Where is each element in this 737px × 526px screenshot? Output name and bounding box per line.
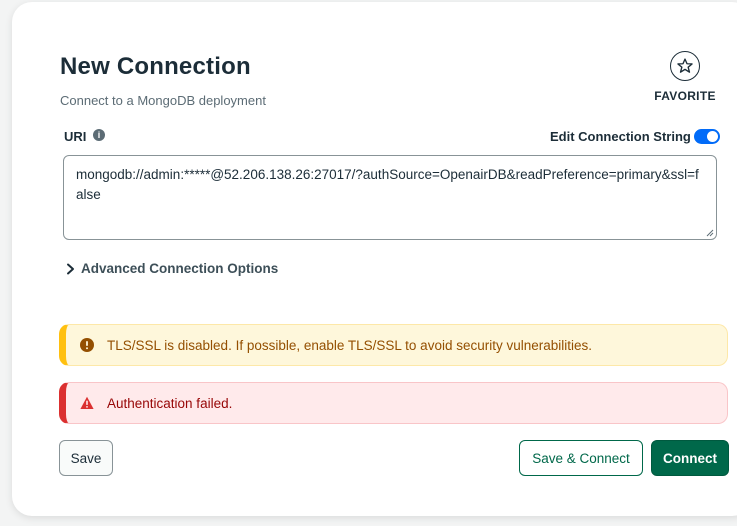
- page-title: New Connection: [60, 53, 251, 80]
- warning-message: TLS/SSL is disabled. If possible, enable…: [107, 337, 593, 353]
- advanced-options-toggle[interactable]: Advanced Connection Options: [66, 261, 278, 276]
- connection-string-input[interactable]: mongodb://admin:*****@52.206.138.26:2701…: [63, 155, 717, 240]
- chevron-right-icon: [67, 263, 74, 274]
- warning-triangle-icon: [80, 396, 94, 409]
- connect-button[interactable]: Connect: [651, 440, 729, 476]
- favorite-label: FAVORITE: [654, 89, 716, 103]
- edit-connection-string-label: Edit Connection String: [550, 129, 691, 144]
- favorite-button[interactable]: [670, 51, 700, 81]
- toggle-knob: [707, 131, 718, 142]
- tls-warning-banner: TLS/SSL is disabled. If possible, enable…: [59, 324, 728, 366]
- connection-string-value: mongodb://admin:*****@52.206.138.26:2701…: [76, 167, 699, 202]
- save-button[interactable]: Save: [59, 440, 113, 476]
- favorite-control[interactable]: FAVORITE: [650, 50, 720, 105]
- auth-error-banner: Authentication failed.: [59, 382, 728, 424]
- save-connect-button[interactable]: Save & Connect: [519, 440, 643, 476]
- info-icon[interactable]: i: [93, 129, 105, 141]
- edit-connection-string-toggle[interactable]: [694, 129, 720, 144]
- star-icon: [677, 58, 693, 73]
- error-message: Authentication failed.: [107, 395, 233, 411]
- page-subtitle: Connect to a MongoDB deployment: [60, 93, 266, 108]
- resize-grip-icon[interactable]: [706, 229, 714, 237]
- exclamation-circle-icon: [80, 338, 94, 352]
- advanced-options-label: Advanced Connection Options: [81, 261, 279, 276]
- uri-label: URI: [64, 129, 87, 144]
